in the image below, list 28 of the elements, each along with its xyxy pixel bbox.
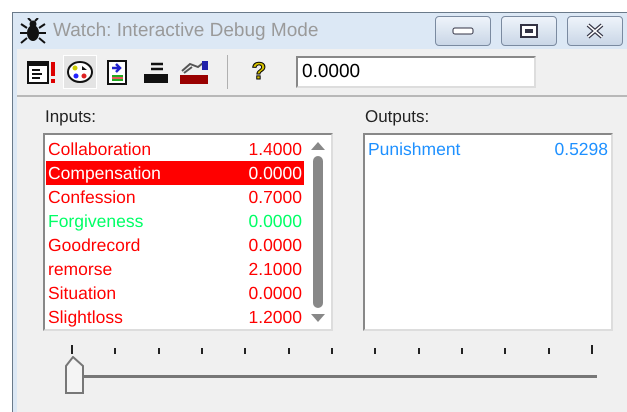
- palette-button[interactable]: [63, 55, 97, 89]
- maximize-button[interactable]: [501, 16, 557, 46]
- outputs-list[interactable]: Punishment 0.5298: [363, 133, 613, 331]
- up-arrow-icon[interactable]: [311, 141, 325, 150]
- value-field[interactable]: 0.0000: [296, 56, 536, 88]
- list-item[interactable]: Punishment 0.5298: [366, 137, 610, 161]
- close-button[interactable]: [567, 16, 623, 46]
- list-item[interactable]: Collaboration 1.4000: [46, 137, 304, 161]
- slider-track[interactable]: [65, 356, 597, 394]
- close-icon: [585, 23, 605, 39]
- palette-icon: [66, 60, 94, 84]
- inputs-label: Inputs:: [45, 107, 98, 127]
- minimize-icon: [452, 27, 474, 35]
- list-item[interactable]: Situation 0.0000: [46, 281, 304, 305]
- bug-icon: [19, 18, 47, 44]
- list-item[interactable]: Slightloss 1.2000: [46, 305, 304, 329]
- down-arrow-icon[interactable]: [311, 314, 325, 323]
- window-title: Watch: Interactive Debug Mode: [53, 20, 320, 42]
- slider-thumb[interactable]: [65, 356, 85, 394]
- inputs-list[interactable]: Collaboration 1.4000 Compensation 0.0000 Confession 0.7000 Forgiveness 0.0000 Goodrecord 0.0000 remorse 2.1000 Situation 0.0000 Slightloss 1.2000: [43, 133, 333, 331]
- outputs-label: Outputs:: [365, 107, 430, 127]
- list-item[interactable]: Compensation 0.0000: [46, 161, 304, 185]
- minimize-button[interactable]: [435, 16, 491, 46]
- list-item[interactable]: remorse 2.1000: [46, 257, 304, 281]
- maximize-icon: [520, 24, 538, 38]
- list-item[interactable]: Goodrecord 0.0000: [46, 233, 304, 257]
- list-item[interactable]: Confession 0.7000: [46, 185, 304, 209]
- window-alert-icon: [27, 59, 57, 85]
